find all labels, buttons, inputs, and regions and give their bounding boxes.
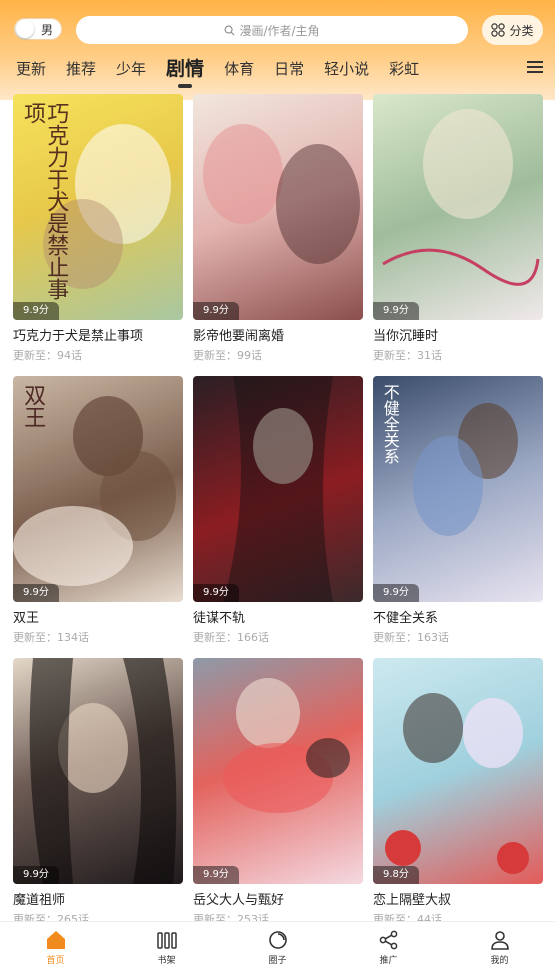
tab-rainbow[interactable]: 彩虹 [379,54,429,84]
comic-cover[interactable]: 巧克力于犬是禁止事项 9.9分 [13,94,183,320]
category-tabs: 更新 推荐 少年 剧情 体育 日常 轻小说 彩虹 [6,54,429,88]
share-icon [379,930,397,950]
tab-shonen[interactable]: 少年 [106,54,156,84]
nav-promote[interactable]: 推广 [333,922,444,972]
cover-art [385,693,529,874]
comic-cover[interactable]: 9.9分 [193,94,363,320]
cover-art [203,124,360,264]
comic-cover[interactable]: 9.9分 [13,658,183,884]
score-badge: 9.9分 [193,584,239,602]
comic-title[interactable]: 恋上隔壁大叔 [373,889,543,908]
search-icon [225,25,235,35]
gender-toggle-label: 男 [41,23,54,37]
bookshelf-icon [156,932,177,949]
nav-label: 我的 [490,956,509,966]
score-badge: 9.9分 [13,302,59,320]
score-badge: 9.9分 [13,584,59,602]
nav-label: 圈子 [268,956,287,966]
cover-title-art: 不健全关系 [380,384,400,464]
user-icon [490,931,509,950]
search-bar[interactable]: 漫画/作者/主角 [76,16,468,44]
nav-bookshelf[interactable]: 书架 [111,922,222,972]
top-header: 男 漫画/作者/主角 分类 更新 推荐 少年 剧情 体育 日常 轻小说 彩虹 [0,0,555,100]
comic-title[interactable]: 巧克力于犬是禁止事项 [13,325,183,344]
nav-label: 推广 [379,956,398,966]
tab-light-novel[interactable]: 轻小说 [314,54,379,84]
comic-title[interactable]: 岳父大人与甄好 [193,889,363,908]
cover-art [223,376,333,602]
nav-mine[interactable]: 我的 [444,922,555,972]
score-badge: 9.9分 [373,302,419,320]
nav-label: 首页 [46,956,65,966]
cover-title-art: 巧克力于犬是禁止事项 [20,102,69,300]
tab-drama[interactable]: 剧情 [156,54,214,88]
comic-cover[interactable]: 9.9分 [373,94,543,320]
comic-cover[interactable]: 9.9分 [193,376,363,602]
update-status: 更新至：99话 [193,349,262,362]
gender-toggle[interactable]: 男 [14,18,62,40]
comic-title[interactable]: 不健全关系 [373,607,543,626]
update-status: 更新至：94话 [13,349,82,362]
home-icon [46,931,65,949]
category-icon [491,23,506,37]
score-badge: 9.8分 [373,866,419,884]
search-placeholder: 漫画/作者/主角 [239,23,320,38]
comic-cover[interactable]: 双王 9.9分 [13,376,183,602]
comic-title[interactable]: 魔道祖师 [13,889,183,908]
comic-cover[interactable]: 9.9分 [193,658,363,884]
tab-update[interactable]: 更新 [6,54,56,84]
tab-sports[interactable]: 体育 [214,54,264,84]
tab-recommend[interactable]: 推荐 [56,54,106,84]
score-badge: 9.9分 [13,866,59,884]
comic-title[interactable]: 当你沉睡时 [373,325,543,344]
cover-title-art: 双王 [20,384,46,428]
tab-daily[interactable]: 日常 [264,54,314,84]
comic-title[interactable]: 徒谋不轨 [193,607,363,626]
bottom-nav: 首页 书架 圈子 推广 我的 [0,921,555,972]
update-status: 更新至：134话 [13,631,89,644]
nav-label: 书架 [157,956,176,966]
nav-home[interactable]: 首页 [0,922,111,972]
category-label: 分类 [509,23,534,38]
toggle-knob[interactable] [16,20,34,38]
comic-title[interactable]: 影帝他要闹离婚 [193,325,363,344]
update-status: 更新至：166话 [193,631,269,644]
comic-title[interactable]: 双王 [13,607,183,626]
circle-icon [268,931,287,949]
cover-art [29,658,177,884]
score-badge: 9.9分 [193,302,239,320]
cover-art [382,109,540,286]
comic-cover[interactable]: 不健全关系 9.9分 [373,376,543,602]
cover-art [223,678,350,813]
comic-cover[interactable]: 9.8分 [373,658,543,884]
menu-icon[interactable] [526,59,544,75]
score-badge: 9.9分 [373,584,419,602]
update-status: 更新至：163话 [373,631,449,644]
category-button[interactable]: 分类 [482,15,543,45]
update-status: 更新至：31话 [373,349,442,362]
score-badge: 9.9分 [193,866,239,884]
nav-circle[interactable]: 圈子 [222,922,333,972]
